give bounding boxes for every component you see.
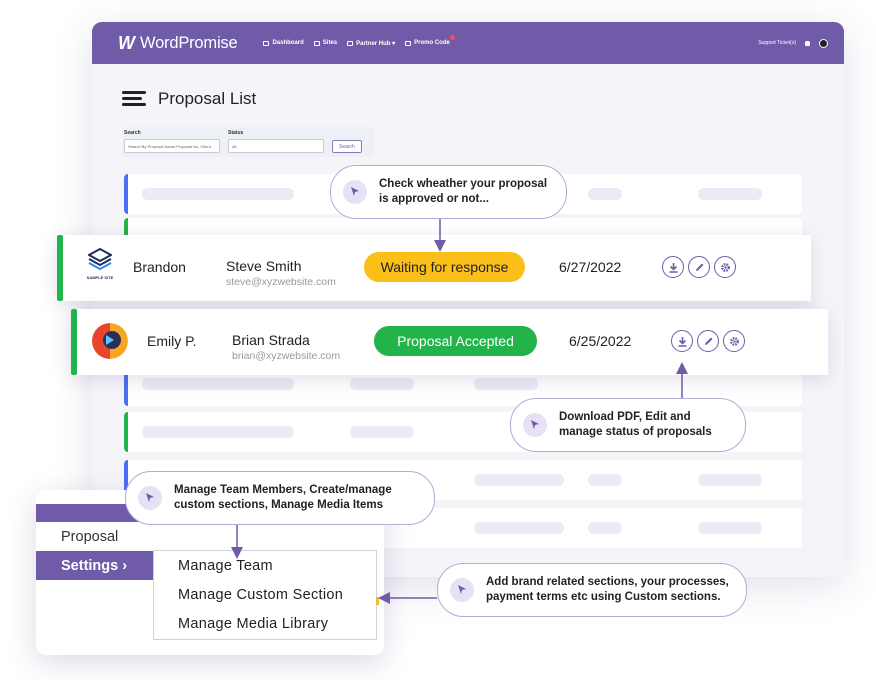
connector-arrows: [231, 219, 688, 604]
